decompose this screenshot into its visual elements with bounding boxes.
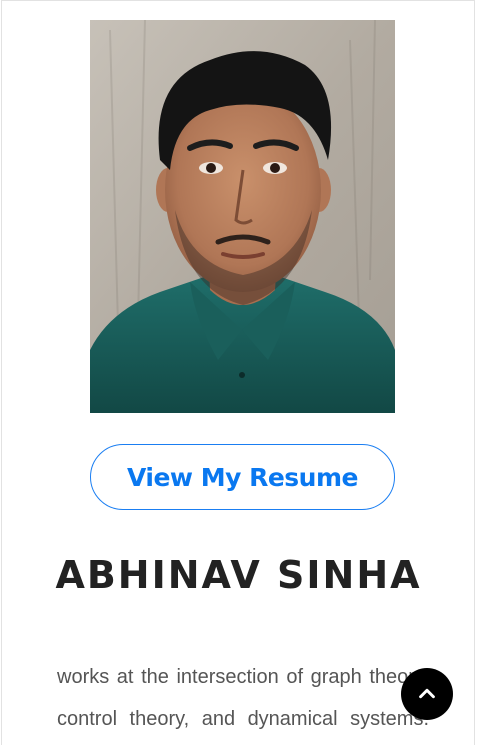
- scroll-to-top-button[interactable]: [401, 668, 453, 720]
- view-resume-button[interactable]: View My Resume: [90, 444, 395, 510]
- profile-name: ABHINAV SINHA: [55, 553, 422, 597]
- profile-photo: [90, 20, 395, 413]
- bio-text: works at the intersection of graph theor…: [57, 656, 429, 740]
- bio-line-1: works at the intersection of graph theor…: [57, 666, 429, 688]
- bio-line-2: control theory, and dynamical systems.: [57, 708, 429, 730]
- chevron-up-icon: [419, 688, 435, 699]
